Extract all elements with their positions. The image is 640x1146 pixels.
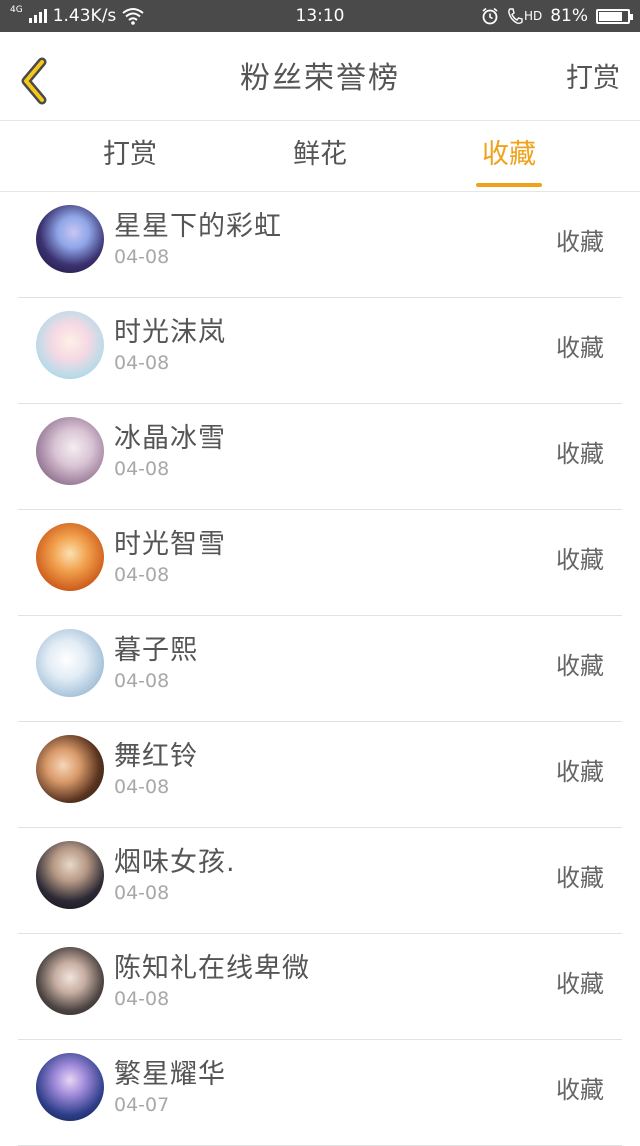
- avatar: [36, 629, 104, 697]
- list-item[interactable]: 舞红铃 04-08 收藏: [18, 722, 622, 828]
- fan-date: 04-08: [114, 352, 170, 374]
- tab-favorites[interactable]: 收藏: [449, 121, 569, 191]
- avatar: [36, 1053, 104, 1121]
- fan-name: 时光沫岚: [114, 317, 226, 348]
- page-title: 粉丝荣誉榜: [240, 61, 400, 96]
- list-item[interactable]: 烟味女孩. 04-08 收藏: [18, 828, 622, 934]
- avatar: [36, 205, 104, 273]
- tab-label: 打赏: [103, 139, 157, 170]
- list-item[interactable]: 繁星耀华 04-07 收藏: [18, 1040, 622, 1146]
- fan-date: 04-08: [114, 882, 170, 904]
- avatar: [36, 841, 104, 909]
- favorite-label: 收藏: [556, 334, 604, 362]
- tab-label: 收藏: [482, 139, 536, 170]
- fan-name: 星星下的彩虹: [114, 211, 282, 242]
- avatar: [36, 735, 104, 803]
- fan-date: 04-08: [114, 988, 170, 1010]
- fan-name: 繁星耀华: [114, 1059, 226, 1090]
- fan-date: 04-07: [114, 1094, 170, 1116]
- fan-date: 04-08: [114, 776, 170, 798]
- list-item[interactable]: 时光智雪 04-08 收藏: [18, 510, 622, 616]
- favorite-label: 收藏: [556, 652, 604, 680]
- fan-date: 04-08: [114, 246, 170, 268]
- fan-name: 舞红铃: [114, 741, 198, 772]
- phone-icon: [508, 8, 523, 25]
- tab-reward[interactable]: 打赏: [70, 121, 190, 191]
- fan-name: 时光智雪: [114, 529, 226, 560]
- header: 粉丝荣誉榜 打赏: [0, 32, 640, 121]
- fan-name: 暮子熙: [114, 635, 198, 666]
- list-item[interactable]: 冰晶冰雪 04-08 收藏: [18, 404, 622, 510]
- hd-label: HD: [523, 9, 543, 23]
- list-item[interactable]: 时光沫岚 04-08 收藏: [18, 298, 622, 404]
- favorite-label: 收藏: [556, 864, 604, 892]
- fan-name: 陈知礼在线卑微: [114, 953, 310, 984]
- alarm-icon: [482, 7, 498, 25]
- status-bar: 4G 1.43K/s 13:10 HD 81%: [0, 0, 640, 32]
- list-item[interactable]: 暮子熙 04-08 收藏: [18, 616, 622, 722]
- tab-label: 鲜花: [293, 139, 347, 170]
- favorite-label: 收藏: [556, 228, 604, 256]
- fan-name: 烟味女孩.: [114, 847, 236, 878]
- battery-percent: 81%: [550, 6, 588, 26]
- fan-list: 星星下的彩虹 04-08 收藏 时光沫岚 04-08 收藏 冰晶冰雪 04-08…: [18, 192, 622, 1146]
- avatar: [36, 417, 104, 485]
- favorite-label: 收藏: [556, 970, 604, 998]
- fan-date: 04-08: [114, 670, 170, 692]
- battery-icon: [596, 8, 633, 24]
- fan-name: 冰晶冰雪: [114, 423, 226, 454]
- avatar: [36, 311, 104, 379]
- favorite-label: 收藏: [556, 546, 604, 574]
- active-tab-indicator: [476, 183, 542, 187]
- tab-bar: 打赏 鲜花 收藏: [0, 121, 640, 192]
- tab-flowers[interactable]: 鲜花: [260, 121, 380, 191]
- avatar: [36, 523, 104, 591]
- favorite-label: 收藏: [556, 1076, 604, 1104]
- list-item[interactable]: 陈知礼在线卑微 04-08 收藏: [18, 934, 622, 1040]
- avatar: [36, 947, 104, 1015]
- favorite-label: 收藏: [556, 440, 604, 468]
- list-item[interactable]: 星星下的彩虹 04-08 收藏: [18, 192, 622, 298]
- status-right: HD 81%: [481, 0, 633, 32]
- reward-button[interactable]: 打赏: [566, 32, 620, 120]
- favorite-label: 收藏: [556, 758, 604, 786]
- fan-date: 04-08: [114, 458, 170, 480]
- fan-date: 04-08: [114, 564, 170, 586]
